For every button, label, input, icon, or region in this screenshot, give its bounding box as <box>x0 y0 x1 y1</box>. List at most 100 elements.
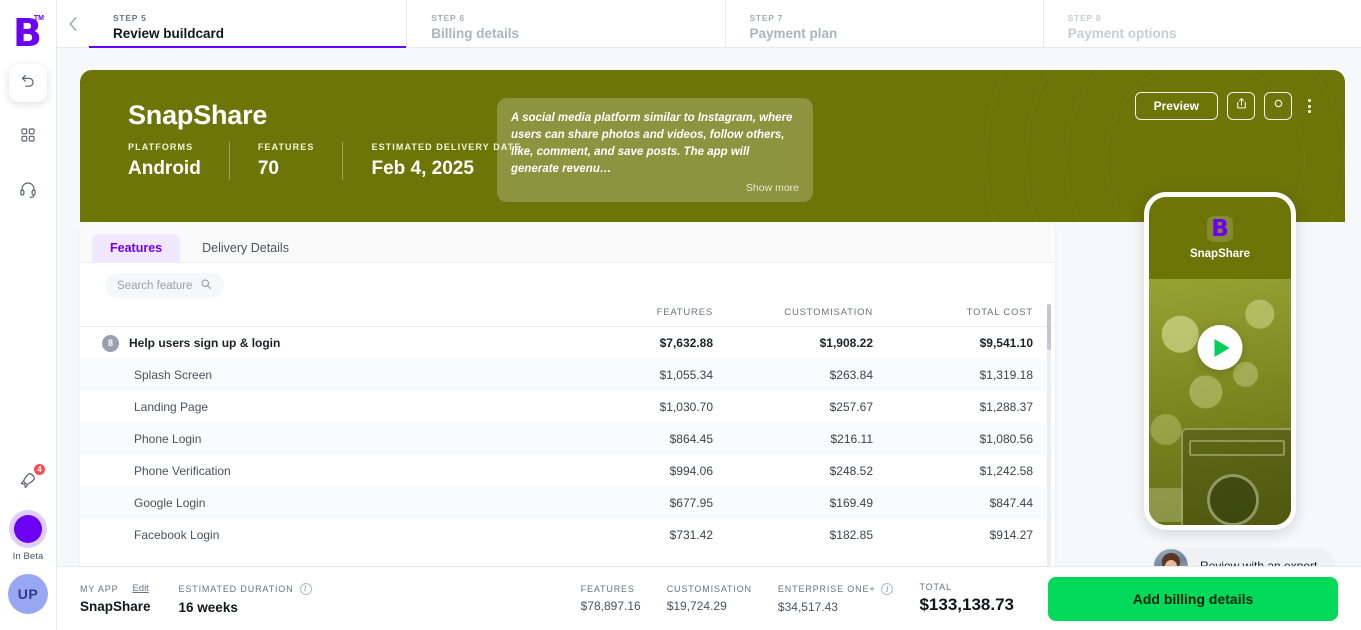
sum-label: FEATURES <box>581 584 641 594</box>
footer-sum-customisation: CUSTOMISATION $19,724.29 <box>667 584 752 613</box>
beta-label: In Beta <box>13 551 44 562</box>
table-row[interactable]: Splash Screen $1,055.34 $263.84 $1,319.1… <box>80 359 1055 391</box>
step-number: STEP 8 <box>1068 13 1361 23</box>
my-app-value: SnapShare <box>80 599 151 614</box>
column-header-customisation: CUSTOMISATION <box>713 307 873 318</box>
search-input[interactable]: Search feature <box>105 273 224 298</box>
panel-tabs: Features Delivery Details <box>80 222 1055 262</box>
total-value: $133,138.73 <box>919 595 1014 615</box>
play-icon <box>1215 339 1230 357</box>
circle-icon <box>1272 97 1285 115</box>
footer-total: TOTAL $133,138.73 <box>919 582 1014 615</box>
row-label: Facebook Login <box>102 528 553 542</box>
summary-footer: MY APP Edit SnapShare ESTIMATED DURATION… <box>57 566 1361 630</box>
table-row[interactable]: Phone Verification $994.06 $248.52 $1,24… <box>80 455 1055 487</box>
kebab-menu-icon <box>1308 99 1311 102</box>
table-row[interactable]: Facebook Login $731.42 $182.85 $914.27 <box>80 519 1055 551</box>
search-row: Search feature <box>80 263 1055 307</box>
tab-delivery-details[interactable]: Delivery Details <box>184 234 307 262</box>
sidebar-item-support[interactable] <box>9 172 47 210</box>
row-label: Landing Page <box>102 400 553 414</box>
cell-total: $1,288.37 <box>873 400 1033 414</box>
beta-indicator[interactable]: In Beta <box>13 515 44 562</box>
step-number: STEP 7 <box>750 13 1043 23</box>
headset-icon <box>19 180 37 203</box>
phone-preview: B SnapShare <box>1144 192 1296 530</box>
scrollbar-thumb[interactable] <box>1047 304 1051 350</box>
cell-features: $1,030.70 <box>553 400 713 414</box>
stat-value: Android <box>128 158 201 180</box>
beta-dot-icon <box>14 515 42 543</box>
table-row[interactable]: Landing Page $1,030.70 $257.67 $1,288.37 <box>80 391 1055 423</box>
back-button[interactable] <box>57 0 89 47</box>
app-name: SnapShare <box>1190 248 1250 260</box>
info-icon[interactable]: i <box>300 583 312 595</box>
info-icon[interactable]: i <box>881 583 893 595</box>
sidebar-item-whats-new[interactable]: 4 <box>9 463 47 501</box>
cell-customisation: $169.49 <box>713 496 873 510</box>
duration-value: 16 weeks <box>179 600 312 615</box>
stat-label: PLATFORMS <box>128 142 201 152</box>
row-label: Phone Verification <box>102 464 553 478</box>
cell-features: $1,055.34 <box>553 368 713 382</box>
cell-features: $731.42 <box>553 528 713 542</box>
play-button[interactable] <box>1198 325 1243 370</box>
step-payment-plan[interactable]: STEP 7 Payment plan <box>726 0 1044 47</box>
hero-actions: Preview <box>1135 92 1317 120</box>
grid-icon <box>20 127 36 148</box>
app-icon-letter: B <box>1211 220 1229 239</box>
duration-label-text: ESTIMATED DURATION <box>179 584 294 594</box>
step-number: STEP 5 <box>113 13 406 23</box>
cell-customisation: $216.11 <box>713 432 873 446</box>
total-label: TOTAL <box>919 582 1014 592</box>
hero-stat-platforms: PLATFORMS Android <box>128 142 230 180</box>
column-header-total-cost: TOTAL COST <box>873 307 1033 318</box>
panel-scrollbar[interactable] <box>1047 304 1051 584</box>
undo-icon <box>20 72 37 94</box>
tab-features[interactable]: Features <box>92 234 180 262</box>
step-title: Review buildcard <box>113 26 406 41</box>
duration-label: ESTIMATED DURATION i <box>179 583 312 595</box>
preview-button[interactable]: Preview <box>1135 92 1218 120</box>
phone-app-header: B SnapShare <box>1149 197 1291 279</box>
row-name: Landing Page <box>102 400 208 414</box>
step-billing-details[interactable]: STEP 6 Billing details <box>407 0 725 47</box>
step-payment-options[interactable]: STEP 8 Payment options <box>1044 0 1361 47</box>
row-label: Google Login <box>102 496 553 510</box>
refresh-button[interactable] <box>1264 92 1292 120</box>
preview-video[interactable] <box>1149 279 1291 530</box>
edit-app-name-link[interactable]: Edit <box>132 583 148 594</box>
row-name: Google Login <box>102 496 205 510</box>
avatar[interactable]: UP <box>8 574 48 614</box>
cell-features: $7,632.88 <box>553 336 713 350</box>
hero-stat-features: FEATURES 70 <box>258 142 344 180</box>
my-app-label-text: MY APP <box>80 584 118 594</box>
step-review-buildcard[interactable]: STEP 5 Review buildcard <box>89 0 407 47</box>
stat-value: 70 <box>258 158 315 180</box>
share-button[interactable] <box>1227 92 1255 120</box>
sidebar-item-dashboard[interactable] <box>9 118 47 156</box>
footer-duration: ESTIMATED DURATION i 16 weeks <box>179 583 312 615</box>
table-row-group[interactable]: 8 Help users sign up & login $7,632.88 $… <box>80 327 1055 359</box>
row-name: Splash Screen <box>102 368 212 382</box>
table-row[interactable]: Phone Login $864.45 $216.11 $1,080.56 <box>80 423 1055 455</box>
cell-total: $1,080.56 <box>873 432 1033 446</box>
sidebar-item-history[interactable] <box>9 64 47 102</box>
add-billing-details-button[interactable]: Add billing details <box>1048 577 1338 621</box>
cell-features: $994.06 <box>553 464 713 478</box>
row-label: 8 Help users sign up & login <box>102 335 553 352</box>
hero-stats: PLATFORMS Android FEATURES 70 ESTIMATED … <box>128 142 521 180</box>
cell-customisation: $263.84 <box>713 368 873 382</box>
brand-logo[interactable]: B TM <box>13 14 43 48</box>
footer-totals: FEATURES $78,897.16 CUSTOMISATION $19,72… <box>555 577 1338 621</box>
group-count-badge: 8 <box>102 335 119 352</box>
search-placeholder: Search feature <box>117 280 192 292</box>
camera-lens-shape <box>1149 488 1183 522</box>
search-icon <box>200 278 212 293</box>
sum-label-text: ENTERPRISE ONE+ <box>778 584 876 594</box>
show-more-link[interactable]: Show more <box>511 182 799 194</box>
footer-sum-features: FEATURES $78,897.16 <box>581 584 641 613</box>
more-options-button[interactable] <box>1301 99 1317 113</box>
table-row[interactable]: Google Login $677.95 $169.49 $847.44 <box>80 487 1055 519</box>
whats-new-badge: 4 <box>33 463 46 476</box>
